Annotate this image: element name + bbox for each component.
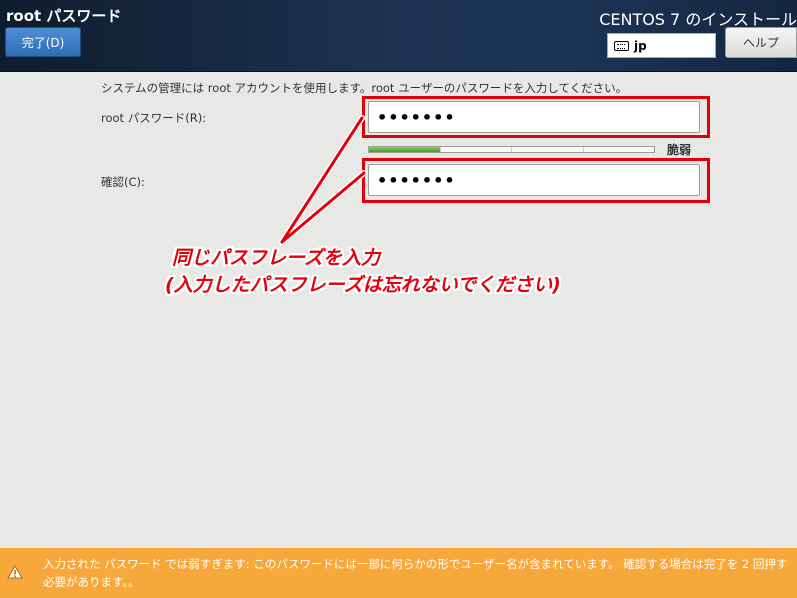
arrow-to-password <box>280 116 364 244</box>
annotation-line-1: 同じパスフレーズを入力 <box>172 247 381 269</box>
annotation-arrows <box>279 115 367 245</box>
warning-text: 入力された パスワード では弱すぎます: このパスワードには一部に何らかの形でユ… <box>43 557 788 589</box>
warning-icon <box>7 565 23 579</box>
warning-bar: 入力された パスワード では弱すぎます: このパスワードには一部に何らかの形でユ… <box>0 548 797 598</box>
annotation-line-2: (入力したパスフレーズは忘れないでください) <box>165 274 561 296</box>
